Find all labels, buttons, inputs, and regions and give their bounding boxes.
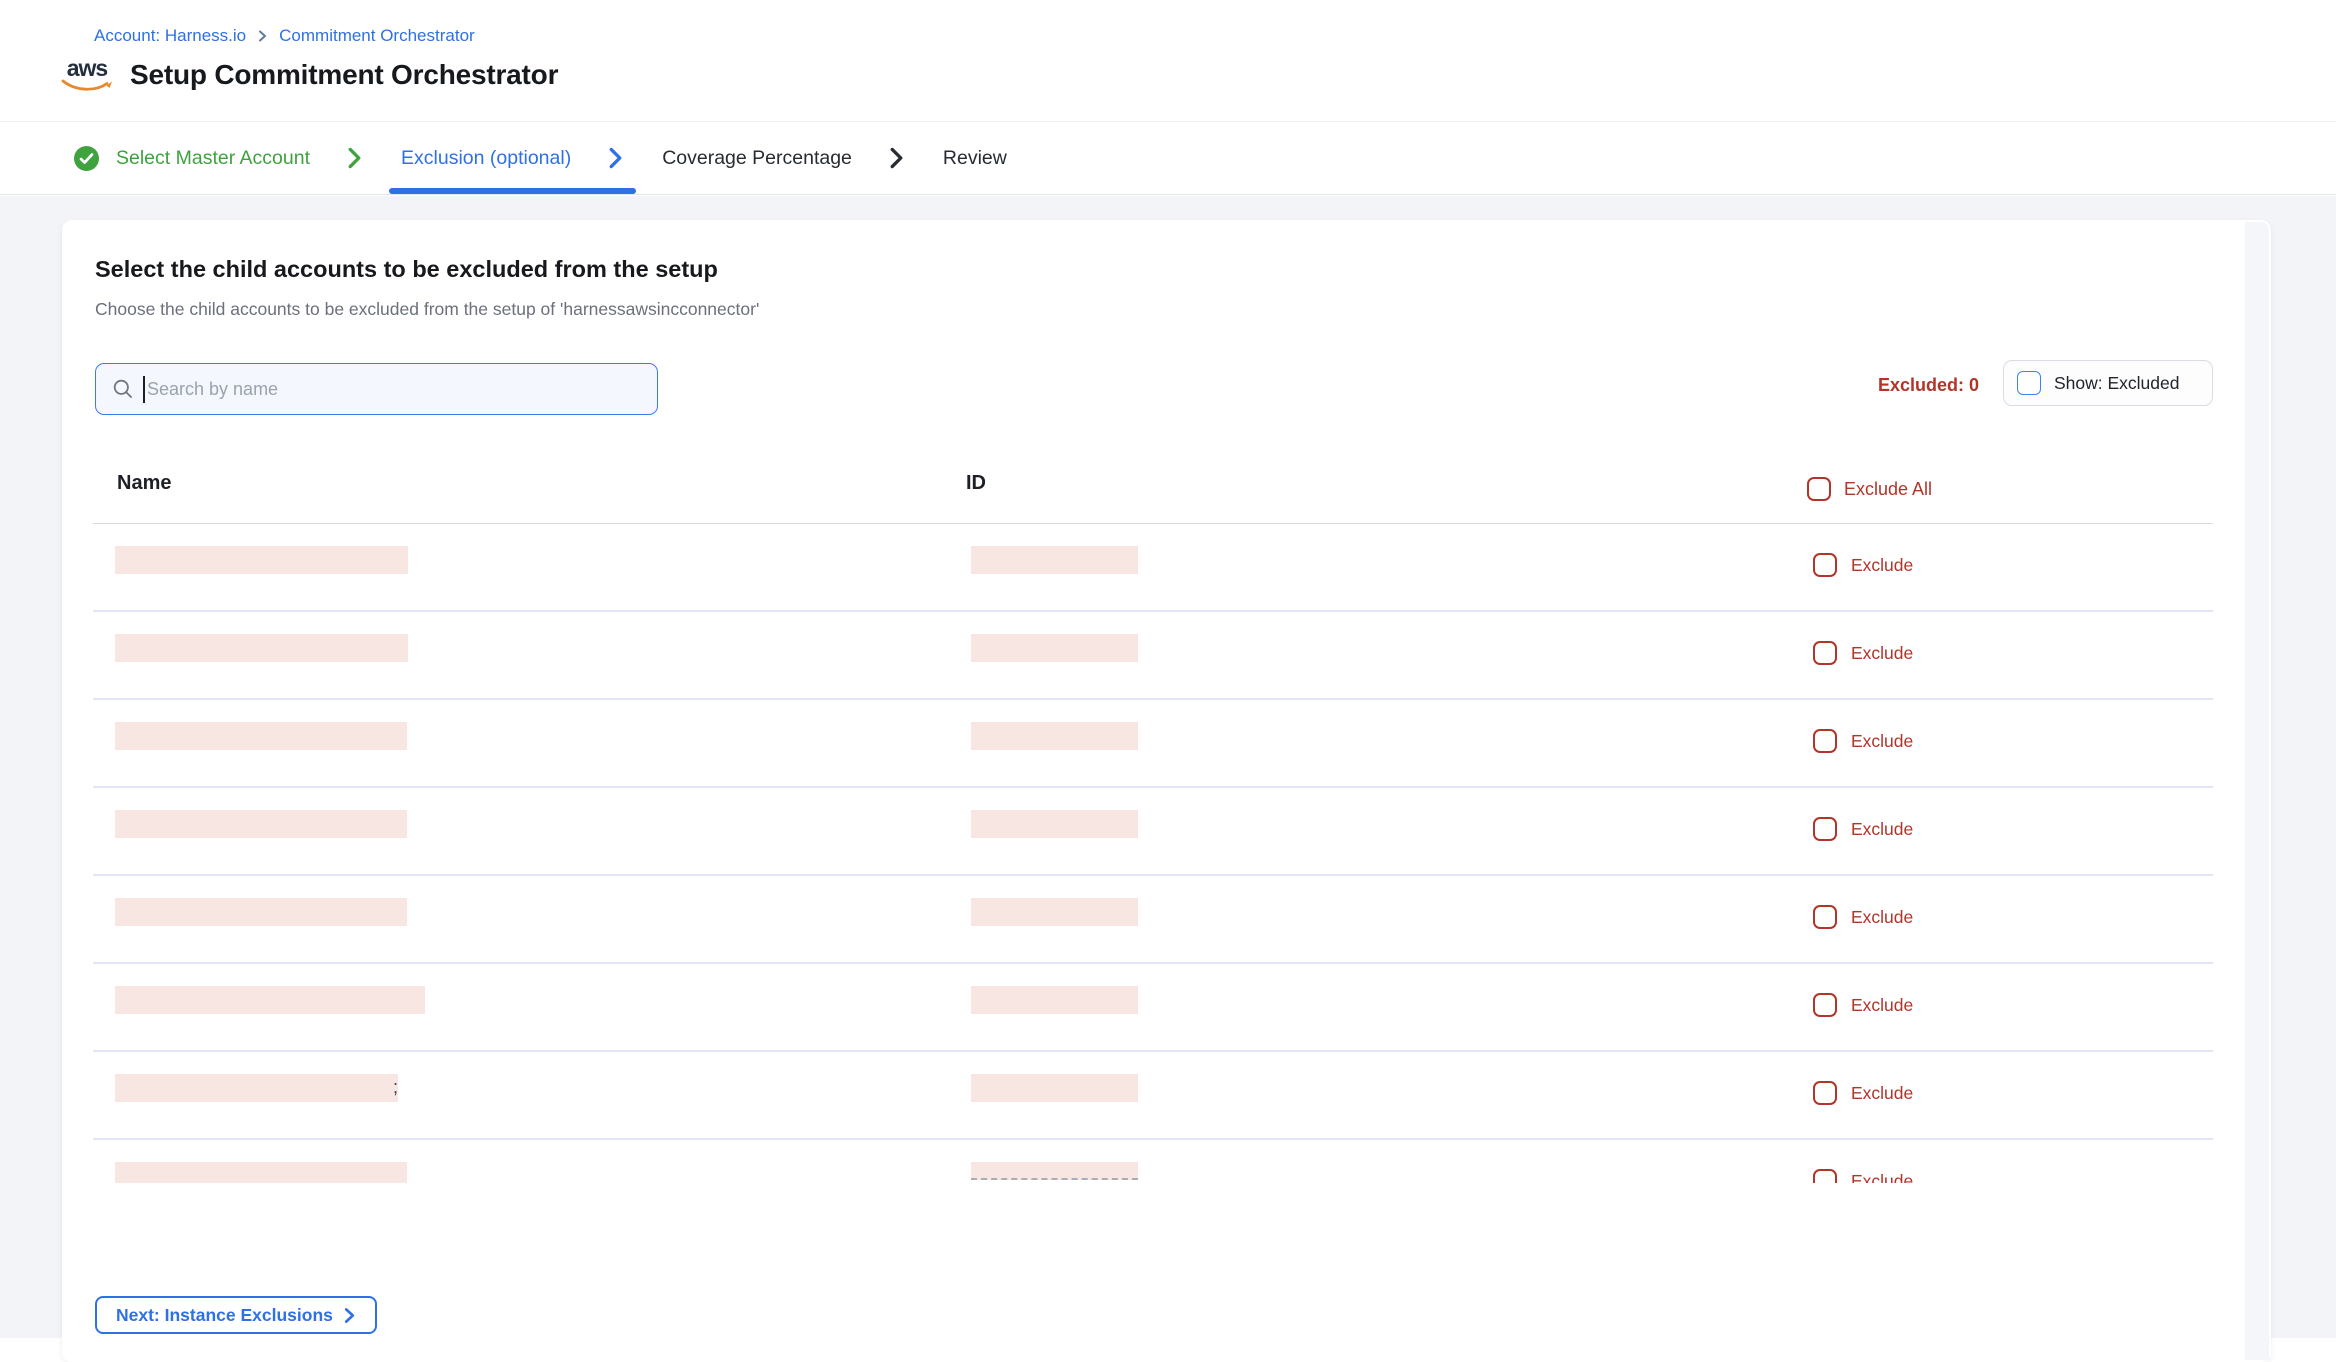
aws-logo-icon: aws	[60, 58, 114, 92]
table-row: Exclude	[93, 788, 2213, 876]
exclude-label: Exclude	[1851, 731, 1913, 752]
show-excluded-checkbox[interactable]	[2017, 371, 2041, 395]
redacted-account-name	[115, 722, 407, 750]
exclude-label: Exclude	[1851, 995, 1913, 1016]
step-review[interactable]: Review	[943, 122, 1007, 194]
exclude-all-checkbox[interactable]	[1807, 477, 1831, 501]
step-complete-check-icon	[73, 145, 100, 172]
text-cursor	[143, 376, 145, 403]
exclude-label: Exclude	[1851, 819, 1913, 840]
exclude-all-control: Exclude All	[1807, 477, 1932, 501]
page-header: aws Setup Commitment Orchestrator	[60, 58, 558, 92]
redacted-account-name	[115, 1074, 398, 1102]
redacted-account-name	[115, 634, 408, 662]
step-chevron-icon	[888, 147, 905, 169]
table-row: Exclude	[93, 700, 2213, 788]
search-icon	[112, 378, 134, 400]
exclude-label: Exclude	[1851, 907, 1913, 928]
redacted-account-name	[115, 898, 407, 926]
step-label: Select Master Account	[116, 147, 310, 170]
exclude-checkbox[interactable]	[1813, 1169, 1837, 1183]
exclude-label: Exclude	[1851, 1083, 1913, 1104]
scrollbar-gutter[interactable]	[2245, 222, 2269, 1360]
table-row: Exclude	[93, 524, 2213, 612]
search-input[interactable]	[147, 364, 657, 414]
exclude-label: Exclude	[1851, 643, 1913, 664]
step-coverage-percentage[interactable]: Coverage Percentage	[662, 122, 905, 194]
show-excluded-label: Show: Excluded	[2054, 373, 2180, 394]
step-label: Review	[943, 147, 1007, 170]
redacted-account-name	[115, 546, 408, 574]
exclude-all-label: Exclude All	[1844, 479, 1932, 500]
step-select-master-account[interactable]: Select Master Account	[73, 122, 363, 194]
search-box	[95, 363, 658, 415]
redacted-account-id	[971, 1162, 1138, 1180]
exclude-label: Exclude	[1851, 555, 1913, 576]
exclude-checkbox[interactable]	[1813, 905, 1837, 929]
aws-logo-text: aws	[67, 58, 107, 78]
exclude-checkbox[interactable]	[1813, 553, 1837, 577]
step-chevron-icon	[346, 147, 363, 169]
step-label: Exclusion (optional)	[401, 147, 571, 170]
exclude-checkbox[interactable]	[1813, 817, 1837, 841]
redacted-account-name	[115, 810, 407, 838]
table-row: Exclude	[93, 612, 2213, 700]
exclude-checkbox[interactable]	[1813, 729, 1837, 753]
redacted-account-id	[971, 898, 1138, 926]
next-chevron-icon	[343, 1307, 356, 1324]
table-row: Exclude	[93, 876, 2213, 964]
table-row: Exclude	[93, 964, 2213, 1052]
exclude-checkbox[interactable]	[1813, 993, 1837, 1017]
redacted-name-suffix: ;	[393, 1077, 398, 1098]
redacted-account-id	[971, 810, 1138, 838]
table-row: ; Exclude	[93, 1052, 2213, 1140]
redacted-account-name	[115, 1162, 407, 1183]
show-excluded-toggle[interactable]: Show: Excluded	[2003, 360, 2213, 406]
wizard-stepper: Select Master Account Exclusion (optiona…	[0, 121, 2336, 195]
redacted-account-id	[971, 1074, 1138, 1102]
page-title: Setup Commitment Orchestrator	[130, 59, 558, 91]
panel-heading: Select the child accounts to be excluded…	[95, 256, 718, 283]
redacted-account-id	[971, 986, 1138, 1014]
column-header-id: ID	[966, 472, 986, 495]
step-chevron-icon	[607, 147, 624, 169]
excluded-count-badge: Excluded: 0	[1878, 375, 1979, 396]
column-header-name: Name	[117, 472, 171, 495]
table-row: Exclude	[93, 1140, 2213, 1183]
redacted-account-id	[971, 634, 1138, 662]
breadcrumb-page-link[interactable]: Commitment Orchestrator	[279, 26, 475, 46]
commitment-orchestrator-page: Account: Harness.io Commitment Orchestra…	[0, 0, 2336, 1362]
redacted-account-name	[115, 986, 425, 1014]
breadcrumb-chevron-icon	[257, 29, 268, 43]
redacted-account-id	[971, 546, 1138, 574]
next-instance-exclusions-button[interactable]: Next: Instance Exclusions	[95, 1296, 377, 1334]
exclude-checkbox[interactable]	[1813, 1081, 1837, 1105]
breadcrumb: Account: Harness.io Commitment Orchestra…	[94, 26, 475, 46]
aws-smile-icon	[61, 78, 113, 92]
panel-subheading: Choose the child accounts to be excluded…	[95, 299, 759, 320]
exclude-checkbox[interactable]	[1813, 641, 1837, 665]
redacted-account-id	[971, 722, 1138, 750]
step-exclusion-optional[interactable]: Exclusion (optional)	[401, 122, 624, 194]
exclude-label: Exclude	[1851, 1171, 1913, 1183]
step-label: Coverage Percentage	[662, 147, 852, 170]
breadcrumb-account-link[interactable]: Account: Harness.io	[94, 26, 246, 46]
next-button-label: Next: Instance Exclusions	[116, 1305, 333, 1326]
accounts-table-body: Exclude Exclude Exclude Exclude	[93, 524, 2213, 1183]
